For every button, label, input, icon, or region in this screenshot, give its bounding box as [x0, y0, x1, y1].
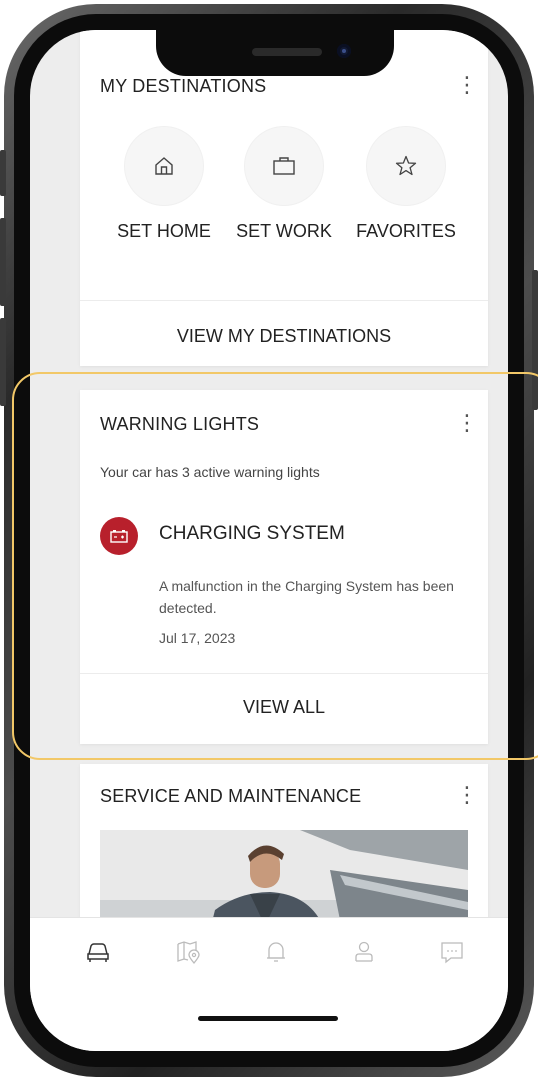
volume-down-button — [0, 318, 6, 406]
service-title: SERVICE AND MAINTENANCE — [100, 786, 362, 806]
warning-lights-card: WARNING LIGHTS ⋮ Your car has 3 active w… — [80, 390, 488, 744]
map-pin-icon — [177, 941, 200, 965]
destinations-title: MY DESTINATIONS — [100, 76, 267, 96]
profile-icon — [355, 941, 373, 962]
bell-icon — [267, 942, 285, 962]
favorites-circle — [367, 127, 445, 205]
car-icon — [87, 943, 109, 962]
volume-up-button — [0, 218, 6, 306]
app-screen: MY DESTINATIONS ⋮ SET HOME SET WORK FAVO… — [30, 30, 508, 1051]
set-work-circle — [245, 127, 323, 205]
set-home-circle — [125, 127, 203, 205]
warning-item-title[interactable]: CHARGING SYSTEM — [159, 523, 345, 545]
destinations-card: MY DESTINATIONS ⋮ SET HOME SET WORK FAVO… — [80, 30, 488, 366]
home-icon — [155, 157, 173, 175]
tab-map[interactable] — [168, 932, 208, 972]
favorites-label: FAVORITES — [356, 221, 456, 241]
warning-item-description: A malfunction in the Charging System has… — [159, 578, 454, 616]
notch — [156, 30, 394, 76]
favorites-button[interactable]: FAVORITES — [351, 127, 461, 242]
warning-summary: Your car has 3 active warning lights — [100, 464, 320, 480]
destinations-divider — [80, 300, 488, 301]
tab-profile[interactable] — [344, 932, 384, 972]
tab-vehicle[interactable] — [78, 932, 118, 972]
warning-lights-menu-icon[interactable]: ⋮ — [456, 412, 478, 434]
warning-item-badge — [100, 517, 138, 555]
view-my-destinations-link[interactable]: VIEW MY DESTINATIONS — [80, 326, 488, 347]
front-camera — [337, 44, 351, 58]
speaker-grille — [252, 48, 322, 56]
view-all-link[interactable]: VIEW ALL — [80, 697, 488, 718]
star-icon — [395, 155, 417, 176]
set-work-label: SET WORK — [236, 221, 332, 241]
phone-device: MY DESTINATIONS ⋮ SET HOME SET WORK FAVO… — [0, 0, 538, 1081]
set-home-label: SET HOME — [117, 221, 211, 241]
chat-icon — [441, 942, 463, 964]
battery-icon — [110, 530, 128, 543]
set-home-button[interactable]: SET HOME — [109, 127, 219, 242]
destinations-menu-icon[interactable]: ⋮ — [456, 74, 478, 96]
warning-lights-title: WARNING LIGHTS — [100, 414, 260, 434]
home-indicator[interactable] — [198, 1016, 338, 1021]
service-menu-icon[interactable]: ⋮ — [456, 784, 478, 806]
warning-lights-divider — [80, 673, 488, 674]
mute-switch — [0, 150, 6, 196]
bottom-tab-bar — [30, 917, 508, 1051]
power-button — [532, 270, 538, 410]
tab-messages[interactable] — [432, 932, 472, 972]
briefcase-icon — [273, 157, 295, 175]
set-work-button[interactable]: SET WORK — [229, 127, 339, 242]
warning-item-date: Jul 17, 2023 — [159, 630, 236, 646]
tab-notifications[interactable] — [256, 932, 296, 972]
